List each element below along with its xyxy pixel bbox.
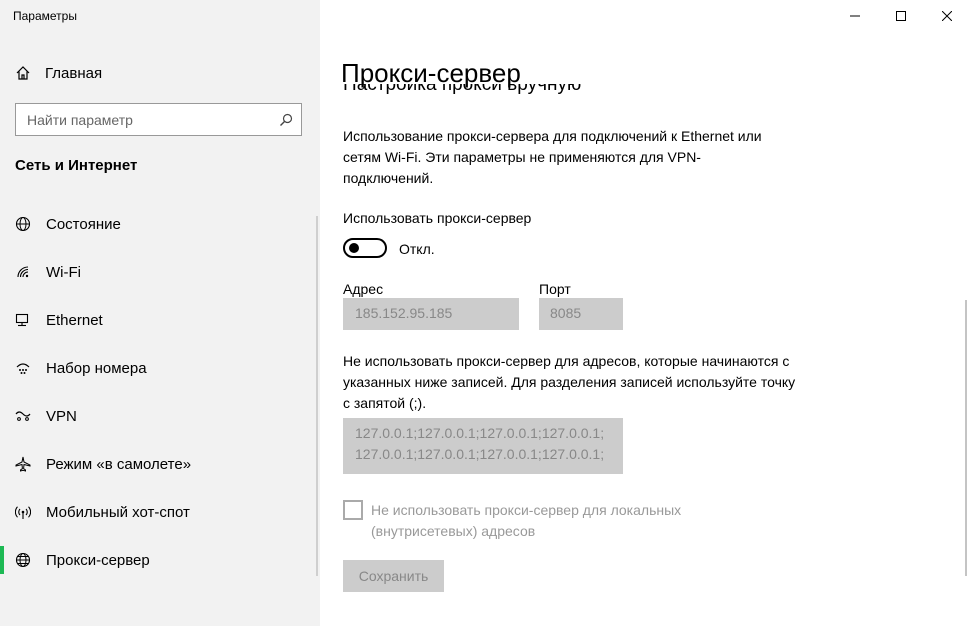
- main-scrollbar[interactable]: [965, 300, 967, 576]
- section-title: Сеть и Интернет: [15, 157, 138, 174]
- toggle-knob: [349, 243, 359, 253]
- use-proxy-toggle[interactable]: [343, 238, 387, 258]
- sidebar-item-wifi[interactable]: Wi-Fi: [0, 252, 320, 292]
- home-icon: [16, 66, 30, 80]
- window-controls: [832, 0, 970, 32]
- sidebar-item-label: Набор номера: [46, 359, 147, 377]
- maximize-icon: [896, 11, 906, 21]
- sidebar-scrollbar[interactable]: [316, 216, 318, 576]
- app-title: Параметры: [13, 9, 77, 23]
- exceptions-description: Не использовать прокси-сервер для адресо…: [343, 353, 796, 411]
- sidebar-item-ethernet[interactable]: Ethernet: [0, 300, 320, 340]
- hotspot-icon: [0, 504, 46, 520]
- section-heading: Настройка прокси вручную: [343, 84, 643, 100]
- search-icon[interactable]: [279, 113, 293, 127]
- sidebar-item-vpn[interactable]: VPN: [0, 396, 320, 436]
- sidebar-item-label: Прокси-сервер: [46, 551, 150, 569]
- sidebar-item-hotspot[interactable]: Мобильный хот-спот: [0, 492, 320, 532]
- vpn-icon: [0, 408, 46, 424]
- maximize-button[interactable]: [878, 0, 924, 32]
- search-input[interactable]: [27, 111, 257, 128]
- sidebar-item-label: Состояние: [46, 215, 121, 233]
- minimize-icon: [850, 15, 860, 17]
- main-panel: Прокси-сервер Настройка прокси вручную И…: [320, 0, 970, 626]
- address-field[interactable]: 185.152.95.185: [343, 298, 519, 330]
- local-addresses-label: Не использовать прокси-сервер для локаль…: [371, 502, 682, 539]
- minimize-button[interactable]: [832, 0, 878, 32]
- sidebar-item-dialup[interactable]: Набор номера: [0, 348, 320, 388]
- search-box[interactable]: [15, 103, 302, 136]
- sidebar-item-label: Wi-Fi: [46, 263, 81, 281]
- home-label: Главная: [45, 64, 103, 82]
- sidebar-item-label: Мобильный хот-спот: [46, 503, 190, 521]
- save-button[interactable]: Сохранить: [343, 560, 444, 592]
- home-link[interactable]: Главная: [15, 62, 102, 84]
- local-addresses-checkbox[interactable]: [343, 500, 363, 520]
- globe-status-icon: [0, 216, 46, 232]
- sidebar-item-label: Ethernet: [46, 311, 103, 329]
- proxy-description: Использование прокси-сервера для подключ…: [343, 128, 762, 186]
- sidebar-item-airplane[interactable]: Режим «в самолете»: [0, 444, 320, 484]
- toggle-state-label: Откл.: [399, 241, 435, 257]
- port-label: Порт: [539, 281, 571, 297]
- port-field[interactable]: 8085: [539, 298, 623, 330]
- close-icon: [942, 11, 952, 21]
- sidebar-item-proxy[interactable]: Прокси-сервер: [0, 540, 320, 580]
- close-button[interactable]: [924, 0, 970, 32]
- wifi-icon: [0, 264, 46, 280]
- dialup-icon: [0, 360, 46, 376]
- ethernet-icon: [0, 312, 46, 328]
- sidebar-item-label: Режим «в самолете»: [46, 455, 192, 473]
- section-heading-text: Настройка прокси вручную: [343, 84, 582, 95]
- sidebar-item-label: VPN: [46, 407, 77, 425]
- address-label: Адрес: [343, 281, 384, 297]
- exceptions-field[interactable]: 127.0.0.1;127.0.0.1;127.0.0.1;127.0.0.1;…: [343, 418, 623, 474]
- use-proxy-label: Использовать прокси-сервер: [343, 210, 532, 226]
- airplane-icon: [0, 456, 46, 472]
- sidebar-item-status[interactable]: Состояние: [0, 204, 320, 244]
- selected-indicator: [0, 546, 4, 574]
- globe-icon: [0, 552, 46, 568]
- sidebar: Параметры Главная Сеть и Интернет Состоя…: [0, 0, 320, 626]
